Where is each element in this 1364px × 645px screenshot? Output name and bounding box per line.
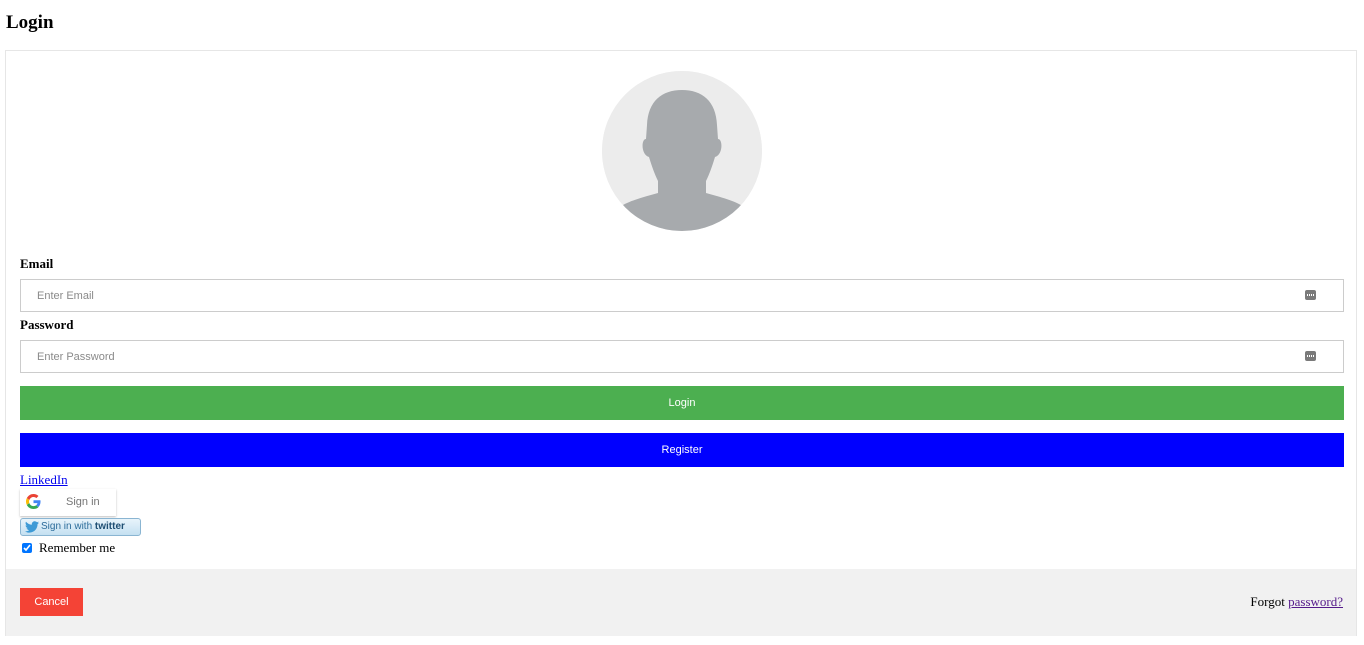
forgot-text: Forgot <box>1250 594 1285 609</box>
linkedin-link[interactable]: LinkedIn <box>20 471 68 489</box>
twitter-sign-in-prefix: Sign in with <box>41 521 93 532</box>
twitter-brand-text: twitter <box>94 521 125 532</box>
google-sign-in-label: Sign in <box>66 496 100 508</box>
forgot-password: Forgot password? <box>1250 594 1343 610</box>
email-field-wrapper <box>20 279 1344 312</box>
cancel-button[interactable]: Cancel <box>20 588 83 616</box>
twitter-sign-in-button[interactable]: Sign in with twitter <box>20 518 141 536</box>
register-button[interactable]: Register <box>20 433 1344 467</box>
remember-me-label: Remember me <box>39 540 116 555</box>
user-avatar-icon <box>602 71 762 231</box>
password-manager-key-icon[interactable] <box>1305 290 1316 300</box>
google-sign-in-button[interactable]: Sign in <box>20 489 116 516</box>
login-form: Email Password Login Register LinkedIn S… <box>5 50 1357 636</box>
google-logo-icon <box>26 494 41 509</box>
password-field[interactable] <box>21 341 1343 372</box>
page-title: Login <box>6 12 54 33</box>
login-button[interactable]: Login <box>20 386 1344 420</box>
remember-me-checkbox[interactable] <box>22 543 32 553</box>
form-footer: Cancel Forgot password? <box>6 569 1356 636</box>
email-field[interactable] <box>21 280 1343 311</box>
twitter-bird-icon <box>25 521 39 533</box>
password-manager-key-icon[interactable] <box>1305 351 1316 361</box>
twitter-sign-in-label: Sign in with twitter <box>41 520 125 534</box>
password-label: Password <box>20 317 74 332</box>
email-label: Email <box>20 256 54 271</box>
password-field-wrapper <box>20 340 1344 373</box>
forgot-password-link[interactable]: password? <box>1288 594 1343 609</box>
